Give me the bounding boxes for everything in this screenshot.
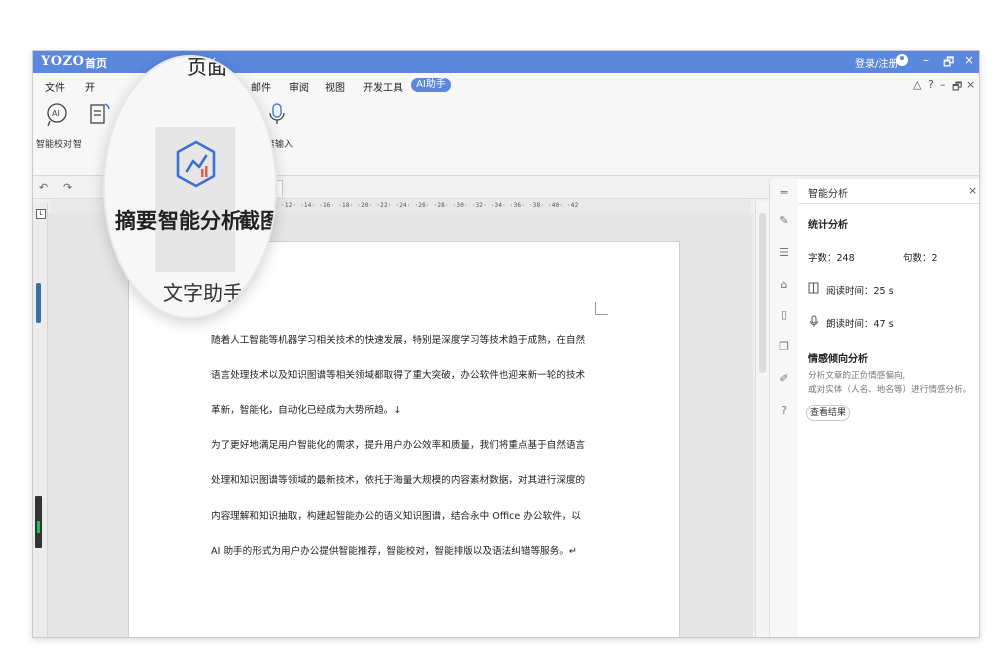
vertical-scrollbar[interactable] bbox=[755, 201, 770, 637]
sentiment-heading: 情感倾向分析 bbox=[808, 354, 868, 365]
menu-dev-tools[interactable]: 开发工具 bbox=[363, 79, 403, 94]
restore-button[interactable]: 🗗 bbox=[943, 53, 954, 74]
magnified-summary-label: 摘要 bbox=[115, 209, 157, 233]
menu-start[interactable]: 开 bbox=[85, 79, 95, 94]
word-count: 字数：248 bbox=[808, 253, 855, 264]
microphone-icon bbox=[269, 103, 285, 124]
partial-label: 智 bbox=[73, 140, 83, 150]
menu-mail[interactable]: 邮件 bbox=[251, 79, 271, 94]
close-button[interactable]: × bbox=[964, 53, 974, 67]
magnified-group-label: 文字助手 bbox=[163, 281, 243, 305]
minimize-button[interactable]: – bbox=[923, 53, 929, 67]
help-icon[interactable]: ? bbox=[928, 78, 934, 91]
side-toolbar: ═ ✎ ☰ ⌂ ▯ ❐ ✐ ? bbox=[769, 179, 799, 637]
sentence-count: 句数：2 bbox=[903, 253, 938, 264]
ai-proofread-icon: AI bbox=[47, 103, 67, 127]
sentiment-description-line-2: 或对实体（人名、地名等）进行情感分析。 bbox=[808, 385, 972, 395]
login-link[interactable]: 登录/注册 bbox=[855, 55, 898, 70]
menu-ai-assistant[interactable]: AI助手 bbox=[411, 78, 451, 92]
tab-home[interactable]: 首页 bbox=[85, 55, 107, 71]
book-icon bbox=[808, 282, 819, 294]
doc-minimize-button[interactable]: – bbox=[940, 78, 946, 91]
settings-sliders-icon[interactable]: ☰ bbox=[778, 247, 790, 259]
stats-heading: 统计分析 bbox=[808, 220, 848, 231]
lock-icon[interactable]: ⌂ bbox=[778, 279, 790, 291]
view-result-button[interactable]: 查看结果 bbox=[806, 405, 850, 421]
panel-close-button[interactable]: × bbox=[968, 184, 977, 197]
menu-file[interactable]: 文件 bbox=[45, 79, 65, 94]
proofread-label: 智能校对 bbox=[36, 140, 73, 150]
document-line[interactable]: 语言处理技术以及知识图谱等相关领域都取得了重大突破，办公软件也迎来新一轮的技术 bbox=[211, 358, 595, 394]
magnified-analysis-label: 智能分析 bbox=[158, 209, 242, 233]
vertical-ruler-green-marker bbox=[37, 521, 40, 533]
document-icon bbox=[90, 103, 110, 124]
user-icon[interactable] bbox=[896, 54, 908, 66]
smart-analysis-icon bbox=[176, 140, 216, 188]
reading-time: 阅读时间：25 s bbox=[826, 286, 894, 297]
document-line[interactable]: 内容理解和知识抽取，构建起智能办公的语义知识图谱，结合永中 Office 办公软… bbox=[211, 499, 595, 535]
magnified-screenshot-label: 截图 bbox=[239, 209, 277, 233]
menu-view[interactable]: 视图 bbox=[325, 79, 345, 94]
undo-icon[interactable]: ↶ bbox=[39, 181, 48, 194]
crop-mark-top-right bbox=[595, 302, 608, 315]
ai-icon-text: AI bbox=[52, 109, 60, 118]
scrollbar-thumb[interactable] bbox=[759, 213, 766, 373]
document-icon[interactable]: ▯ bbox=[778, 309, 790, 321]
document-line[interactable]: 革新，智能化，自动化已经成为大势所趋。↓ bbox=[211, 393, 595, 429]
panel-title: 智能分析 bbox=[808, 189, 848, 200]
copy-icon[interactable]: ❐ bbox=[778, 341, 790, 353]
microphone-icon bbox=[810, 315, 818, 327]
document-line[interactable]: AI 助手的形式为用户办公提供智能推荐，智能校对，智能排版以及语法纠错等服务。↵ bbox=[211, 534, 595, 570]
document-line[interactable]: 随着人工智能等机器学习相关技术的快速发展，特别是深度学习等技术趋于成熟，在自然 bbox=[211, 323, 595, 359]
redo-icon[interactable]: ↷ bbox=[63, 181, 72, 194]
panel-divider bbox=[798, 203, 979, 204]
doc-restore-button[interactable]: 🗗 bbox=[952, 78, 962, 97]
app-logo: YOZO bbox=[41, 54, 85, 69]
edit-icon[interactable]: ✐ bbox=[778, 373, 790, 385]
magnifier-overlay: 页面 摘要 智能分析 截图 文字助手 bbox=[103, 55, 277, 319]
doc-close-button[interactable]: × bbox=[966, 78, 975, 91]
smart-analysis-panel: 智能分析 × 统计分析 字数：248 句数：2 阅读时间：25 s 朗读时间：4… bbox=[798, 179, 979, 637]
pen-icon[interactable]: ✎ bbox=[778, 215, 790, 227]
vertical-ruler-margin-marker[interactable] bbox=[36, 283, 41, 323]
app-window: YOZO 首页 × 登录/注册 – 🗗 × 文件 开 图 邮件 审阅 视图 开发… bbox=[32, 50, 980, 638]
magnified-page-label: 页面 bbox=[187, 55, 227, 79]
tab-stop-selector[interactable]: L bbox=[36, 209, 46, 219]
menu-handle-icon[interactable]: ═ bbox=[778, 187, 790, 199]
document-line[interactable]: 为了更好地满足用户智能化的需求，提升用户办公效率和质量，我们将重点基于自然语言 bbox=[211, 428, 595, 464]
ribbon-collapse-icon[interactable]: △ bbox=[913, 78, 921, 91]
document-line[interactable]: 处理和知识图谱等领域的最新技术，依托于海量大规模的内容素材数据，对其进行深度的 bbox=[211, 463, 595, 499]
menu-review[interactable]: 审阅 bbox=[289, 79, 309, 94]
sentiment-description-line-1: 分析文章的正负情感偏向, bbox=[808, 371, 906, 381]
help-circle-icon[interactable]: ? bbox=[778, 405, 790, 417]
vertical-ruler[interactable] bbox=[33, 203, 48, 637]
speaking-time: 朗读时间：47 s bbox=[826, 319, 894, 330]
